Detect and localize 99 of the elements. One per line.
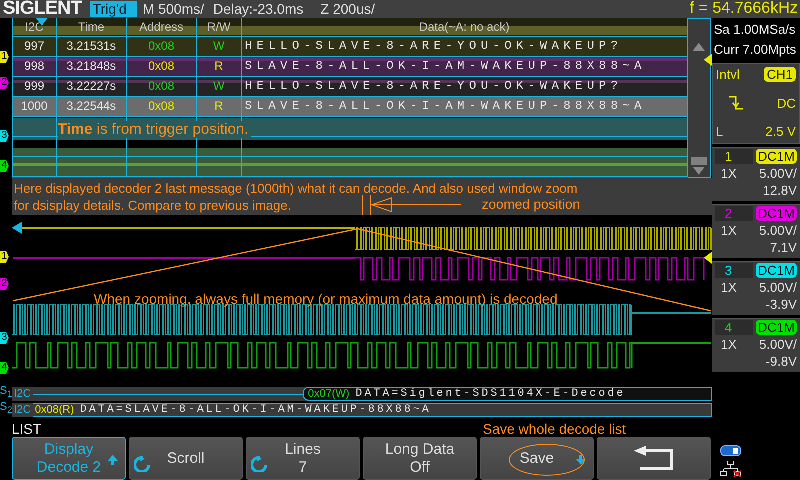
probe-label: 1X: [720, 280, 737, 295]
scroll-down-icon: [693, 167, 705, 175]
offset-label: -3.9V: [764, 297, 797, 312]
table-cell: 3.22544s: [57, 97, 127, 117]
scroll-up-icon: [693, 43, 705, 51]
table-cell: 0x08: [127, 97, 197, 117]
menu-button[interactable]: Scroll: [129, 437, 243, 480]
trigger-source-badge: CH1: [764, 67, 796, 82]
table-cell: SLAVE-8-ALL-OK-I-AM-WAKEUP-88X88~A: [242, 97, 688, 117]
column-header: Address: [127, 18, 197, 37]
channel-panel[interactable]: 2 DC1M 1X 5.00V/ 7.1V: [712, 204, 800, 258]
channel-marker: 2: [0, 278, 9, 290]
annotation-text: for dsisplay details. Compare to previous image.: [13, 197, 292, 214]
channel-marker: 1: [0, 251, 9, 263]
column-header: Data(~A: no ack): [242, 18, 688, 37]
usb-icon: [720, 445, 742, 457]
trigger-level-icon: [704, 252, 712, 264]
menu-button[interactable]: Lines 7: [246, 437, 360, 480]
brand-logo: SIGLENT: [2, 0, 84, 18]
scrollbar-track[interactable]: [688, 18, 711, 178]
channel-number: 3: [715, 263, 753, 278]
menu-button[interactable]: Display Decode 2: [12, 437, 126, 480]
bus-label: S$_{2}$: [0, 401, 12, 416]
list-row[interactable]: 999 3.22227s 0x08 W HELLO-SLAVE-8-ARE-YOU-OK-WAKEUP?: [12, 77, 688, 97]
scale-label: 5.00V/: [758, 223, 797, 238]
trigger-status-badge: Trig'd: [90, 1, 137, 17]
bus-protocol-label: I2C: [13, 404, 32, 416]
trigger-level-value: 2.5 V: [766, 124, 796, 139]
probe-label: 1X: [720, 166, 737, 181]
up-arrow-icon: [107, 454, 119, 466]
frame-data: DATA=Siglent-SDS1104X-E-Decode: [356, 388, 626, 400]
column-header: Time: [57, 18, 127, 37]
sample-rate-label: Sa 1.00MSa/s: [714, 21, 797, 39]
column-header: R/W: [197, 18, 242, 37]
channel-panel[interactable]: 4 DC1M 1X 5.00V/ -9.8V: [712, 318, 800, 372]
coupling-badge: DC1M: [756, 320, 797, 335]
scale-label: 5.00V/: [758, 337, 797, 352]
scale-label: 5.00V/: [758, 280, 797, 295]
scrollbar-thumb[interactable]: [691, 157, 707, 165]
channel-marker: 2: [0, 77, 9, 89]
channel-marker: 1: [0, 51, 9, 63]
network-icon: [720, 461, 742, 477]
channel-number: 4: [715, 320, 753, 335]
table-cell: 0x08: [127, 57, 197, 77]
channel-number: 2: [715, 206, 753, 221]
annotation-text: Save whole decode list: [483, 420, 626, 436]
channel-number: 1: [715, 149, 753, 164]
offset-label: 12.8V: [762, 183, 797, 198]
down-arrow-icon: [575, 454, 587, 466]
trigger-coupling-label: DC: [777, 96, 796, 110]
list-row[interactable]: 1000 3.22544s 0x08 R SLAVE-8-ALL-OK-I-AM-WAKEUP-88X88~A: [12, 97, 688, 117]
bus-label: S$_{1}$: [0, 385, 12, 400]
menu-title: LIST: [11, 420, 43, 436]
coupling-badge: DC1M: [756, 149, 797, 164]
channel-panel[interactable]: 3 DC1M 1X 5.00V/ -3.9V: [712, 261, 800, 315]
scale-label: 5.00V/: [758, 166, 797, 181]
channel-panel[interactable]: 1 DC1M 1X 5.00V/ 12.8V: [712, 147, 800, 201]
trigger-level-icon: [704, 54, 712, 66]
offset-label: -9.8V: [764, 354, 797, 369]
table-cell: R: [197, 97, 242, 117]
list-row[interactable]: 997 3.21531s 0x08 W HELLO-SLAVE-8-ARE-YOU-OK-WAKEUP?: [12, 37, 688, 57]
menu-button[interactable]: Long Data Off: [363, 437, 477, 480]
coupling-badge: DC1M: [756, 263, 797, 278]
note-text: Time is from trigger position.: [58, 121, 251, 138]
menu-button[interactable]: Save: [480, 437, 594, 480]
trigger-level-label: L: [716, 124, 724, 139]
table-cell: 998: [12, 57, 57, 77]
memory-depth-label: Curr 7.00Mpts: [714, 41, 798, 59]
knob-icon: [134, 456, 150, 472]
knob-icon: [251, 456, 267, 472]
frame-data: DATA=SLAVE-8-ALL-OK-I-AM-WAKEUP-88X88~A: [80, 404, 432, 416]
channel-marker: 3: [0, 332, 9, 344]
table-cell: 1000: [12, 97, 57, 117]
coupling-badge: DC1M: [756, 206, 797, 221]
channel-marker: 4: [0, 160, 9, 172]
annotation-label: zoomed position: [482, 197, 580, 212]
frame-address: 0x08(R): [35, 404, 74, 416]
annotation-text: Here displayed decoder 2 last message (1000th) what it can decode. And also used window zoom: [13, 180, 578, 197]
menu-button[interactable]: [597, 437, 711, 480]
trigger-position-icon: [12, 222, 22, 234]
list-row[interactable]: 998 3.21848s 0x08 R SLAVE-8-ALL-OK-I-AM-WAKEUP-88X88~A: [12, 57, 688, 77]
frequency-readout: f = 54.7666kHz: [690, 0, 799, 18]
probe-label: 1X: [720, 223, 737, 238]
trigger-type-label: Intvl: [716, 67, 740, 82]
return-arrow-icon: [632, 446, 676, 472]
zoom-timebase-label: Z 200us/: [320, 1, 376, 17]
probe-label: 1X: [720, 337, 737, 352]
falling-edge-icon: [728, 95, 744, 111]
bus-protocol-label: I2C: [13, 388, 32, 400]
channel-marker: 3: [0, 130, 9, 142]
annotation-text: When zooming, always full memory (or maximum data amount) is decoded: [94, 291, 558, 307]
table-cell: R: [197, 57, 242, 77]
table-cell: 3.21848s: [57, 57, 127, 77]
frame-address: 0x07(W): [308, 388, 350, 400]
channel-marker: 4: [0, 362, 9, 374]
delay-label: Delay:-23.0ms: [213, 1, 304, 17]
table-cell: SLAVE-8-ALL-OK-I-AM-WAKEUP-88X88~A: [242, 57, 688, 77]
offset-label: 7.1V: [769, 240, 797, 255]
timebase-label: M 500ms/: [142, 1, 204, 17]
